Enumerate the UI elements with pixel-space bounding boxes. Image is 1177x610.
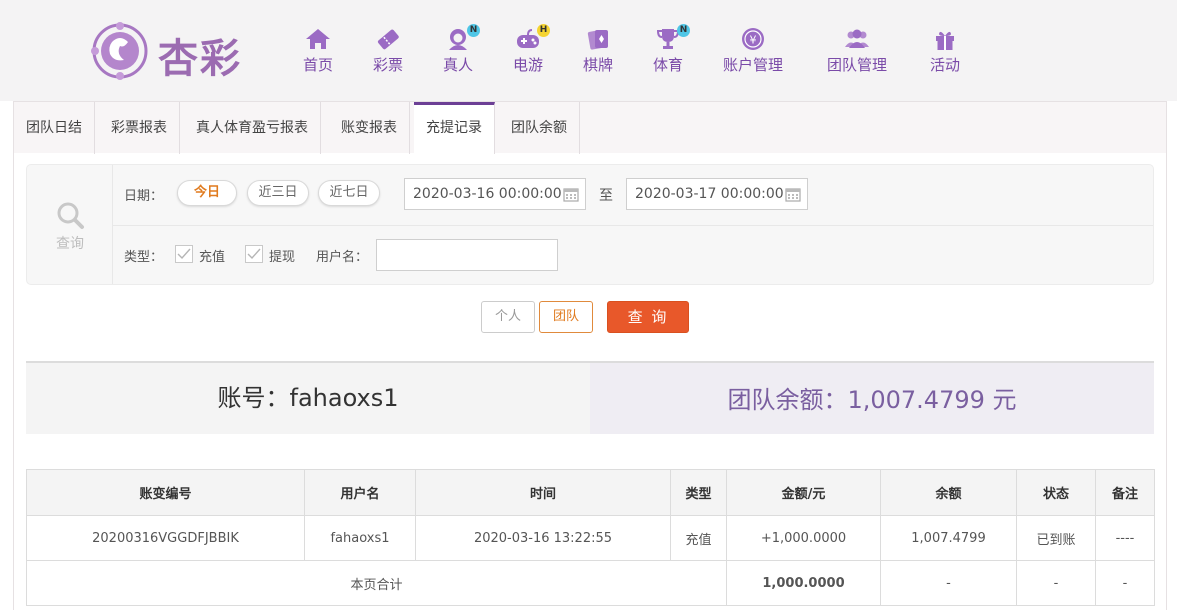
table-row: 20200316VGGDFJBBIK fahaoxs1 2020-03-16 1… <box>26 515 1155 561</box>
col-username: 用户名 <box>304 469 416 516</box>
range-today-pill[interactable]: 今日 <box>177 180 237 206</box>
lottery-ticket-icon <box>377 29 399 50</box>
nav-live[interactable]: N 真人 <box>443 24 480 75</box>
cell-status: 已到账 <box>1016 515 1096 561</box>
cell-transaction-id: 20200316VGGDFJBBIK <box>26 515 305 561</box>
tab-lottery-report[interactable]: 彩票报表 <box>99 102 180 154</box>
search-label: 查询 <box>56 236 84 252</box>
nav-egames[interactable]: H 电游 <box>513 24 550 75</box>
cell-amount: +1,000.0000 <box>726 515 881 561</box>
date-to-value: 2020-03-17 00:00:00 <box>635 186 784 202</box>
total-label: 本页合计 <box>26 560 727 606</box>
playing-cards-icon <box>587 30 608 50</box>
query-button[interactable]: 查 询 <box>607 301 689 333</box>
nav-activities-label: 活动 <box>930 56 961 74</box>
gift-icon <box>936 31 954 50</box>
col-type: 类型 <box>670 469 727 516</box>
site-header: 杏彩 首页 彩票 N 真人 H 电游 棋牌 N 体育 ¥ 账户管理 团队管理 活… <box>0 0 1177 101</box>
home-icon <box>306 29 330 49</box>
col-amount: 金额/元 <box>726 469 881 516</box>
deposit-checkbox-label: 充值 <box>199 250 226 265</box>
total-status: - <box>1016 560 1096 606</box>
search-icon <box>57 202 84 229</box>
nav-lottery[interactable]: 彩票 <box>373 26 403 75</box>
tab-team-daily[interactable]: 团队日结 <box>14 102 95 154</box>
nav-account-management-label: 账户管理 <box>723 56 784 74</box>
username-input[interactable] <box>376 239 558 271</box>
team-users-icon <box>845 29 869 48</box>
date-label: 日期： <box>124 189 164 204</box>
team-balance-summary: 团队余额：1,007.4799 元 <box>590 363 1154 434</box>
nav-live-label: 真人 <box>443 56 474 74</box>
cell-username: fahaoxs1 <box>304 515 416 561</box>
tab-team-balance[interactable]: 团队余额 <box>499 102 580 154</box>
tab-live-sports-pnl[interactable]: 真人体育盈亏报表 <box>184 102 321 154</box>
col-balance: 余额 <box>880 469 1017 516</box>
date-from-input[interactable]: 2020-03-16 00:00:00 <box>404 178 586 210</box>
table-header-row: 账变编号 用户名 时间 类型 金额/元 余额 状态 备注 <box>26 469 1155 516</box>
nav-lottery-label: 彩票 <box>373 56 404 74</box>
gamepad-icon: H <box>514 24 550 52</box>
nav-egames-label: 电游 <box>513 56 544 74</box>
nav-cards[interactable]: 棋牌 <box>583 26 613 75</box>
range-3days-pill[interactable]: 近三日 <box>247 180 309 206</box>
nav-account-management[interactable]: ¥ 账户管理 <box>723 26 783 75</box>
withdraw-checkbox-label: 提现 <box>269 250 296 265</box>
yen-coin-icon: ¥ <box>742 28 764 50</box>
cell-time: 2020-03-16 13:22:55 <box>415 515 671 561</box>
tab-transaction-report[interactable]: 账变报表 <box>329 102 410 154</box>
username-label: 用户名： <box>316 250 369 265</box>
range-7days-pill[interactable]: 近七日 <box>318 180 380 206</box>
brand-name: 杏彩 <box>158 35 242 82</box>
row-divider <box>113 225 1153 226</box>
new-badge: N <box>677 24 690 37</box>
nav-home-label: 首页 <box>303 56 334 74</box>
type-label: 类型： <box>124 250 164 265</box>
tab-deposit-withdraw-records[interactable]: 充提记录 <box>414 102 495 154</box>
team-scope-button[interactable]: 团队 <box>539 301 593 333</box>
total-amount: 1,000.0000 <box>726 560 881 606</box>
live-dealer-icon: N <box>444 24 480 52</box>
search-section: 查询 <box>27 165 113 284</box>
report-tabs: 团队日结 彩票报表 真人体育盈亏报表 账变报表 充提记录 团队余额 <box>13 101 1167 154</box>
nav-activities[interactable]: 活动 <box>930 26 960 75</box>
nav-home[interactable]: 首页 <box>303 26 333 75</box>
withdraw-checkbox[interactable] <box>245 245 263 263</box>
total-note: - <box>1095 560 1155 606</box>
nav-team-management[interactable]: 团队管理 <box>827 26 887 75</box>
account-summary: 账号：fahaoxs1 <box>26 363 590 434</box>
cell-type: 充值 <box>670 515 727 561</box>
cell-note: ---- <box>1095 515 1155 561</box>
col-status: 状态 <box>1016 469 1096 516</box>
nav-sports[interactable]: N 体育 <box>653 24 690 75</box>
nav-cards-label: 棋牌 <box>583 56 614 74</box>
hot-badge: H <box>537 24 550 37</box>
col-note: 备注 <box>1095 469 1155 516</box>
date-from-value: 2020-03-16 00:00:00 <box>413 186 562 202</box>
calendar-icon[interactable] <box>563 186 579 202</box>
date-to-input[interactable]: 2020-03-17 00:00:00 <box>626 178 808 210</box>
date-range-separator: 至 <box>599 188 613 204</box>
col-transaction-id: 账变编号 <box>26 469 305 516</box>
summary-bar: 账号：fahaoxs1 团队余额：1,007.4799 元 <box>26 361 1154 434</box>
nav-team-management-label: 团队管理 <box>827 56 888 74</box>
filter-panel: 查询 日期： 今日 近三日 近七日 2020-03-16 00:00:00 至 … <box>26 164 1154 285</box>
new-badge: N <box>467 24 480 37</box>
total-balance: - <box>880 560 1017 606</box>
deposit-checkbox[interactable] <box>175 245 193 263</box>
calendar-icon[interactable] <box>785 186 801 202</box>
svg-text:¥: ¥ <box>750 34 757 47</box>
cell-balance: 1,007.4799 <box>880 515 1017 561</box>
table-total-row: 本页合计 1,000.0000 - - - <box>26 560 1155 606</box>
trophy-icon: N <box>654 24 690 52</box>
records-table: 账变编号 用户名 时间 类型 金额/元 余额 状态 备注 20200316VGG… <box>26 469 1155 606</box>
nav-sports-label: 体育 <box>653 56 684 74</box>
col-time: 时间 <box>415 469 671 516</box>
personal-scope-button[interactable]: 个人 <box>481 301 535 333</box>
